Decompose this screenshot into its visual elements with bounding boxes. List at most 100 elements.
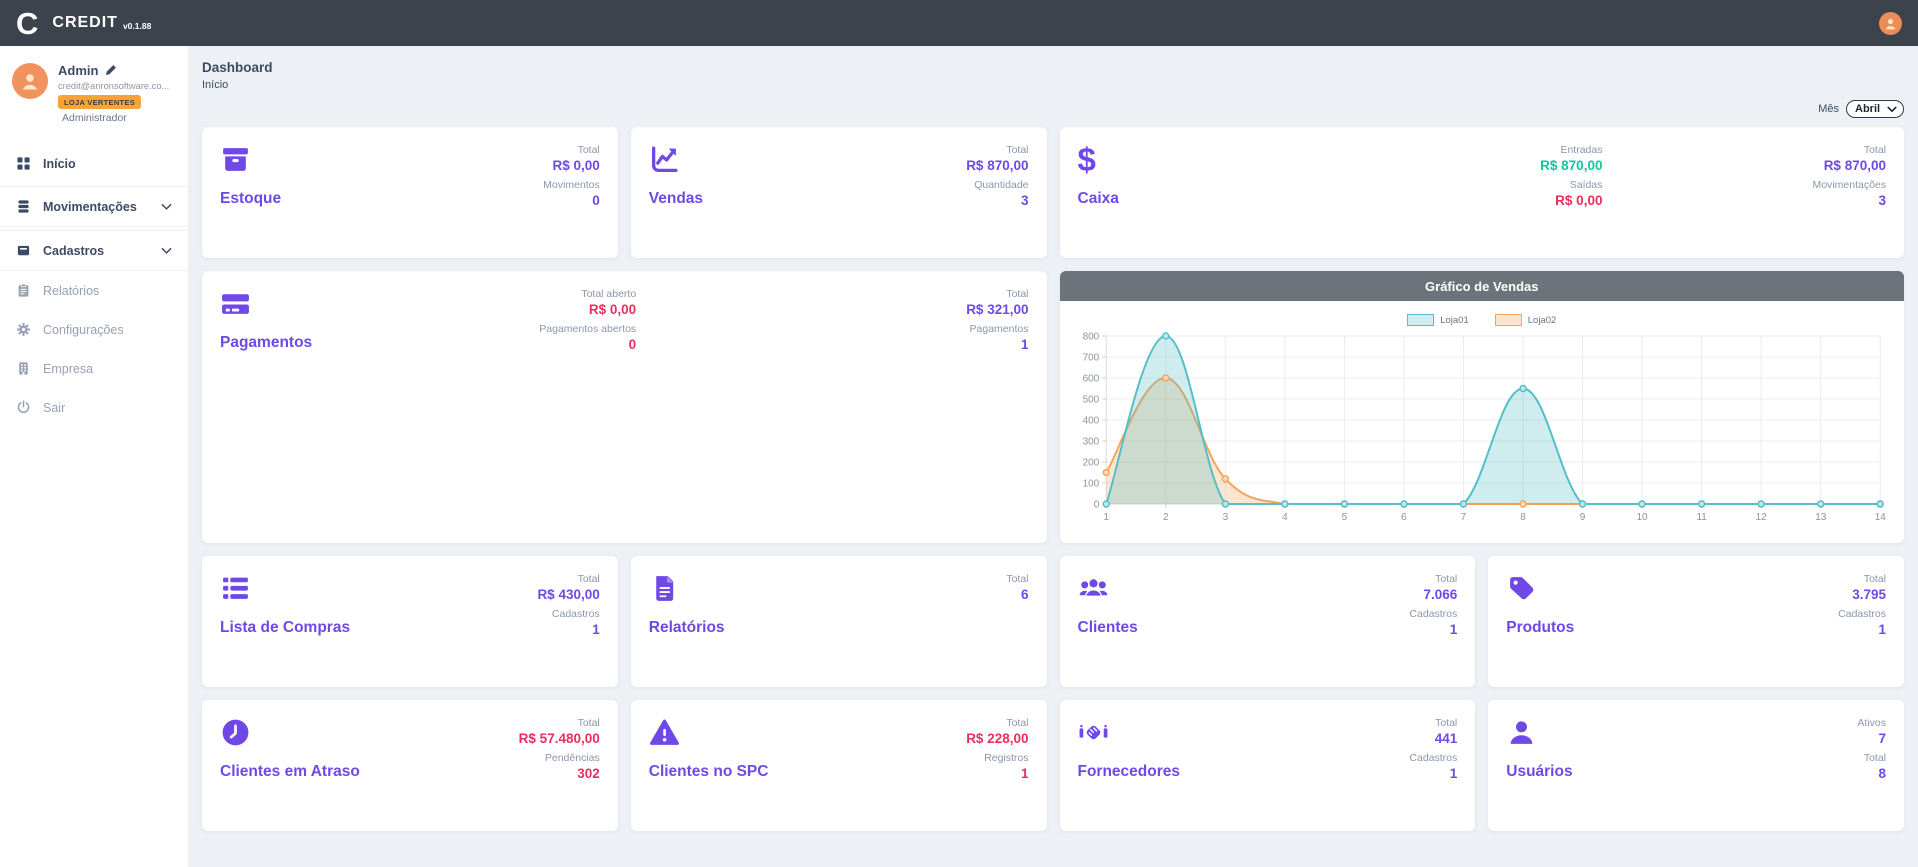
svg-text:2: 2 — [1162, 512, 1168, 523]
sidebar-item-configuracoes[interactable]: Configurações — [0, 310, 188, 349]
list-icon — [220, 573, 251, 604]
page-title: Dashboard — [202, 60, 1904, 75]
user-avatar-button[interactable] — [1879, 12, 1902, 35]
sidebar-item-cadastros[interactable]: Cadastros — [0, 230, 188, 271]
card-title[interactable]: Lista de Compras — [220, 619, 350, 637]
svg-text:11: 11 — [1696, 512, 1707, 523]
card-produtos[interactable]: Produtos Total 3.795 Cadastros 1 — [1488, 556, 1904, 687]
card-lista-de-compras[interactable]: Lista de Compras Total R$ 430,00 Cadastr… — [202, 556, 618, 687]
svg-text:100: 100 — [1082, 479, 1099, 490]
store-badge: LOJA VERTENTES — [58, 95, 141, 109]
users-group-icon — [1078, 573, 1109, 604]
user-name: Admin — [58, 63, 169, 78]
clipboard-icon — [16, 283, 31, 298]
svg-text:5: 5 — [1341, 512, 1347, 523]
card-title[interactable]: Pagamentos — [220, 334, 312, 352]
card-vendas[interactable]: Vendas Total R$ 870,00 Quantidade 3 — [631, 127, 1047, 258]
svg-text:6: 6 — [1401, 512, 1407, 523]
svg-text:9: 9 — [1579, 512, 1585, 523]
svg-text:4: 4 — [1282, 512, 1288, 523]
card-title[interactable]: Relatórios — [649, 619, 725, 637]
legend-swatch — [1495, 314, 1522, 326]
month-label: Mês — [1818, 103, 1839, 115]
svg-text:7: 7 — [1460, 512, 1466, 523]
main-content: Dashboard Início Mês Abril Estoque Total… — [188, 0, 1918, 867]
card-clientes-em-atraso[interactable]: Clientes em Atraso Total R$ 57.480,00 Pe… — [202, 700, 618, 831]
sales-area-chart: 0100200300400500600700800123456789101112… — [1072, 328, 1893, 530]
card-usuarios[interactable]: Usuários Ativos 7 Total 8 — [1488, 700, 1904, 831]
card-title[interactable]: Usuários — [1506, 763, 1572, 781]
gear-icon — [16, 322, 31, 337]
svg-text:8: 8 — [1520, 512, 1526, 523]
person-icon — [1883, 16, 1898, 31]
card-title[interactable]: Estoque — [220, 190, 281, 208]
chart-line-icon — [649, 144, 680, 175]
svg-text:500: 500 — [1082, 395, 1099, 406]
app-logo: C — [16, 8, 38, 39]
svg-text:0: 0 — [1093, 500, 1099, 511]
user-email: credit@anronsoftware.co... — [58, 81, 169, 91]
card-pagamentos[interactable]: Pagamentos Total aberto R$ 0,00 Pagament… — [202, 271, 1047, 543]
card-estoque[interactable]: Estoque Total R$ 0,00 Movimentos 0 — [202, 127, 618, 258]
sidebar-item-sair[interactable]: Sair — [0, 388, 188, 427]
card-relatorios[interactable]: Relatórios Total 6 — [631, 556, 1047, 687]
card-title[interactable]: Fornecedores — [1078, 763, 1181, 781]
sidebar-user-info: Admin credit@anronsoftware.co... LOJA VE… — [58, 63, 169, 124]
sidebar-item-movimentacoes[interactable]: Movimentações — [0, 186, 188, 227]
month-select-wrap: Abril — [1846, 100, 1904, 118]
svg-text:3: 3 — [1222, 512, 1228, 523]
warning-triangle-icon — [649, 717, 680, 748]
month-filter-row: Mês Abril — [202, 100, 1904, 118]
clock-icon — [220, 717, 251, 748]
svg-text:700: 700 — [1082, 353, 1099, 364]
cards-grid: Estoque Total R$ 0,00 Movimentos 0 Venda… — [202, 127, 1904, 831]
svg-text:12: 12 — [1755, 512, 1767, 523]
archive-icon — [16, 243, 31, 258]
dollar-icon: $ — [1078, 144, 1119, 175]
svg-text:800: 800 — [1082, 332, 1099, 343]
sidebar-avatar[interactable] — [12, 63, 48, 99]
card-clientes[interactable]: Clientes Total 7.066 Cadastros 1 — [1060, 556, 1476, 687]
building-icon — [16, 361, 31, 376]
card-title[interactable]: Clientes — [1078, 619, 1138, 637]
svg-text:600: 600 — [1082, 374, 1099, 385]
file-icon — [649, 573, 680, 604]
app-version: v0.1.88 — [123, 21, 151, 31]
power-icon — [16, 400, 31, 415]
user-icon — [1506, 717, 1537, 748]
chart-title: Gráfico de Vendas — [1060, 271, 1905, 301]
edit-pencil-icon[interactable] — [104, 65, 116, 77]
sidebar-item-relatorios[interactable]: Relatórios — [0, 271, 188, 310]
grid-icon — [16, 156, 31, 171]
card-title[interactable]: Clientes no SPC — [649, 763, 769, 781]
chevron-down-icon — [161, 203, 172, 211]
card-title[interactable]: Produtos — [1506, 619, 1574, 637]
sidebar-item-inicio[interactable]: Início — [0, 144, 188, 183]
card-caixa[interactable]: $ Caixa Entradas R$ 870,00 Saídas R$ 0,0… — [1060, 127, 1905, 258]
breadcrumb[interactable]: Início — [202, 79, 1904, 91]
card-title[interactable]: Caixa — [1078, 190, 1119, 208]
credit-card-icon — [220, 288, 251, 319]
card-title[interactable]: Clientes em Atraso — [220, 763, 360, 781]
svg-text:300: 300 — [1082, 437, 1099, 448]
sidebar-user-block: Admin credit@anronsoftware.co... LOJA VE… — [0, 46, 188, 132]
handshake-icon — [1078, 717, 1109, 748]
sidebar-item-empresa[interactable]: Empresa — [0, 349, 188, 388]
brand-name: CREDIT — [52, 14, 118, 32]
month-select[interactable]: Abril — [1855, 103, 1899, 115]
person-icon — [19, 70, 41, 92]
svg-text:10: 10 — [1636, 512, 1648, 523]
legend-swatch — [1407, 314, 1434, 326]
card-clientes-no-spc[interactable]: Clientes no SPC Total R$ 228,00 Registro… — [631, 700, 1047, 831]
sidebar: Admin credit@anronsoftware.co... LOJA VE… — [0, 46, 188, 867]
card-fornecedores[interactable]: Fornecedores Total 441 Cadastros 1 — [1060, 700, 1476, 831]
user-role: Administrador — [62, 112, 169, 124]
chevron-down-icon — [161, 247, 172, 255]
legend-loja01[interactable]: Loja01 — [1407, 314, 1469, 326]
database-icon — [16, 199, 31, 214]
card-title[interactable]: Vendas — [649, 190, 703, 208]
legend-loja02[interactable]: Loja02 — [1495, 314, 1557, 326]
svg-text:200: 200 — [1082, 458, 1099, 469]
box-icon — [220, 144, 251, 175]
svg-text:1: 1 — [1103, 512, 1109, 523]
